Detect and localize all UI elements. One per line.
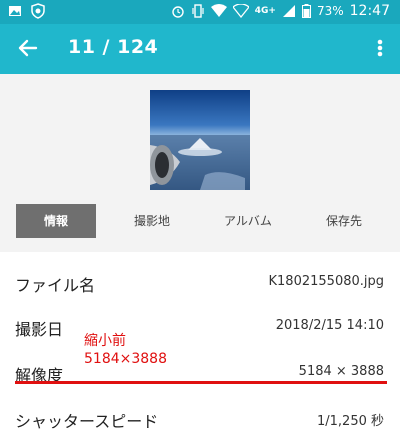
wifi-icon	[210, 4, 227, 17]
vibrate-icon	[192, 4, 204, 18]
app-bar: 11 / 124	[0, 24, 400, 74]
hotspot-icon	[232, 4, 249, 18]
info-row-filename: ファイル名 K1802155080.jpg	[0, 260, 400, 304]
annotation-line-1: 縮小前	[84, 333, 126, 349]
image-icon	[9, 6, 21, 16]
date-label: 撮影日	[15, 320, 64, 339]
battery-percent: 73%	[316, 4, 344, 18]
date-value: 2018/2/15 14:10	[275, 318, 384, 333]
filename-value: K1802155080.jpg	[268, 274, 384, 289]
filename-label: ファイル名	[15, 276, 96, 295]
info-row-shutter: シャッタースピード 1/1,250 秒	[0, 396, 400, 440]
battery-icon	[301, 4, 311, 18]
resolution-value: 5184 × 3888	[298, 364, 384, 379]
info-tabs: 情報 撮影地 アルバム 保存先	[0, 204, 400, 238]
status-bar-right: 4G+ 73% 12:47	[171, 3, 390, 19]
tab-location[interactable]: 撮影地	[112, 204, 192, 238]
status-bar: 4G+ 73% 12:47	[0, 0, 400, 24]
tab-info[interactable]: 情報	[16, 204, 96, 238]
more-vert-icon[interactable]	[372, 34, 388, 62]
info-row-resolution: 解像度 5184 × 3888	[0, 350, 400, 394]
info-row-date: 撮影日 2018/2/15 14:10	[0, 304, 400, 348]
photo-thumbnail[interactable]	[150, 90, 250, 190]
tab-storage[interactable]: 保存先	[304, 204, 384, 238]
shutter-value: 1/1,250 秒	[317, 414, 384, 429]
back-arrow-icon[interactable]	[14, 34, 42, 62]
shutter-label: シャッタースピード	[15, 412, 159, 431]
status-bar-left	[8, 3, 46, 19]
clock: 12:47	[349, 3, 390, 19]
tab-album[interactable]: アルバム	[206, 204, 290, 238]
shield-icon	[31, 3, 45, 19]
alarm-icon	[172, 6, 184, 18]
page-title: 11 / 124	[68, 36, 159, 58]
annotation-underline	[15, 381, 387, 384]
signal-icon	[282, 5, 295, 17]
network-type: 4G+	[254, 6, 276, 16]
photo-header: 情報 撮影地 アルバム 保存先	[0, 74, 400, 252]
